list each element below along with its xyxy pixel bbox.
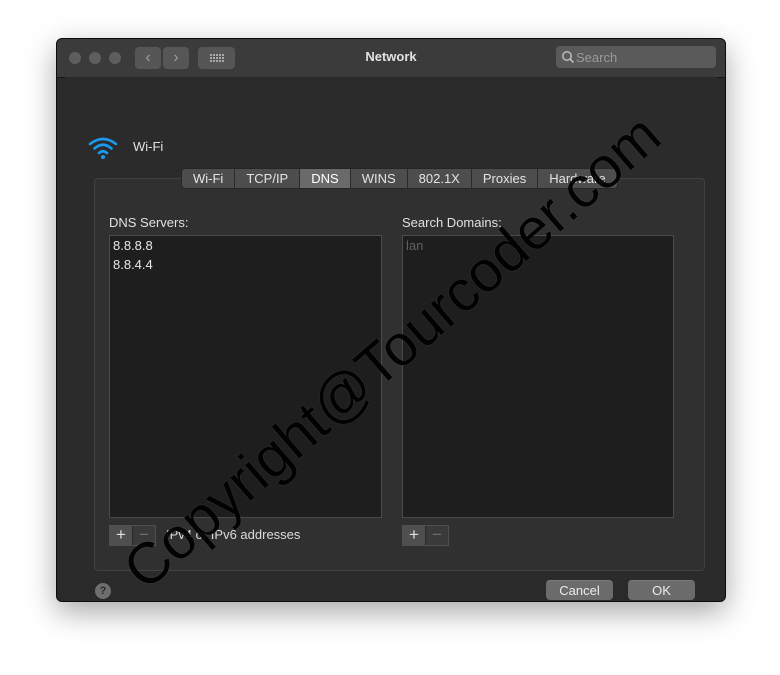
ok-button[interactable]: OK (628, 580, 695, 600)
tab-proxies[interactable]: Proxies (472, 169, 539, 188)
search-domains-list[interactable]: lan (402, 235, 674, 518)
list-item[interactable]: lan (403, 236, 673, 255)
add-dns-server-button[interactable]: + (110, 526, 133, 545)
tab-hardware[interactable]: Hardware (538, 169, 616, 188)
wifi-icon (88, 137, 118, 159)
list-item[interactable]: 8.8.8.8 (110, 236, 381, 255)
tab-wifi[interactable]: Wi-Fi (182, 169, 236, 188)
tab-bar: Wi-Fi TCP/IP DNS WINS 802.1X Proxies Har… (181, 168, 618, 189)
title-bar: ‹ › Network (57, 39, 725, 78)
search-icon (562, 51, 575, 64)
search-input[interactable] (576, 46, 710, 68)
dns-panel: DNS Servers: 8.8.8.8 8.8.4.4 + − IPv4 or… (94, 178, 705, 571)
network-preferences-window: ‹ › Network Search Wi-Fi DNS Servers: 8.… (56, 38, 726, 602)
search-domains-add-remove: + − (402, 525, 449, 546)
tab-8021x[interactable]: 802.1X (408, 169, 472, 188)
search-field[interactable] (556, 46, 716, 68)
cancel-button[interactable]: Cancel (546, 580, 613, 600)
dns-servers-label: DNS Servers: (109, 215, 189, 230)
connection-name: Wi-Fi (133, 139, 164, 154)
help-button[interactable]: ? (95, 583, 111, 599)
add-search-domain-button[interactable]: + (403, 526, 426, 545)
list-item[interactable]: 8.8.4.4 (110, 255, 381, 274)
tab-tcpip[interactable]: TCP/IP (235, 169, 301, 188)
tab-wins[interactable]: WINS (351, 169, 408, 188)
search-domains-label: Search Domains: (402, 215, 502, 230)
remove-dns-server-button[interactable]: − (133, 526, 155, 545)
dns-servers-add-remove: + − (109, 525, 156, 546)
dns-servers-list[interactable]: 8.8.8.8 8.8.4.4 (109, 235, 382, 518)
tab-dns[interactable]: DNS (300, 169, 351, 188)
content-area: Wi-Fi DNS Servers: 8.8.8.8 8.8.4.4 + − I… (65, 77, 717, 600)
address-hint: IPv4 or IPv6 addresses (166, 527, 301, 542)
remove-search-domain-button[interactable]: − (426, 526, 448, 545)
